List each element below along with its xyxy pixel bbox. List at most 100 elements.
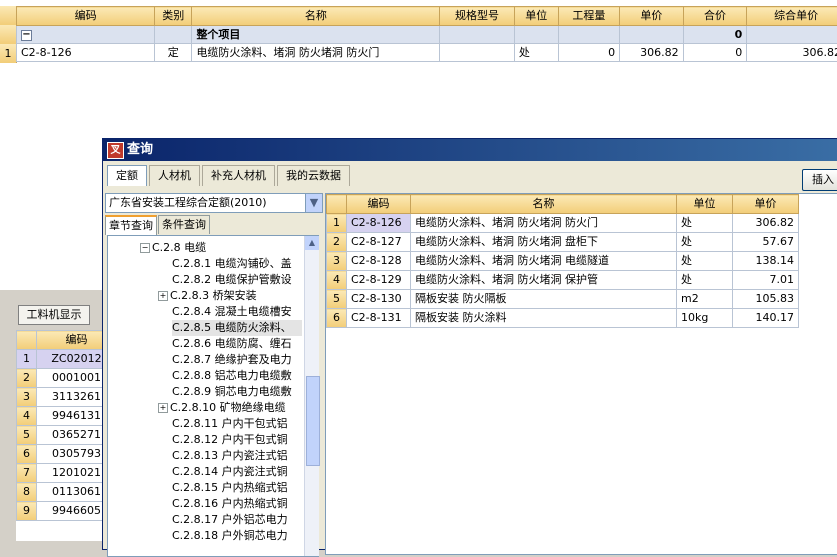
- tree-node[interactable]: C.2.8.9 铜芯电力电缆敷: [172, 384, 302, 400]
- cell-qty[interactable]: 0: [558, 44, 619, 62]
- collapse-icon[interactable]: −: [21, 30, 32, 41]
- tree-node[interactable]: +C.2.8.3 桥架安装: [158, 288, 302, 304]
- row-number[interactable]: 8: [17, 483, 37, 502]
- cell-name[interactable]: 隔板安装 防火隔板: [411, 290, 677, 309]
- row-number[interactable]: 3: [327, 252, 347, 271]
- column-header-price[interactable]: 单价: [733, 195, 799, 214]
- column-header-qty[interactable]: 工程量: [558, 7, 619, 26]
- cell-code[interactable]: C2-8-128: [347, 252, 411, 271]
- row-number[interactable]: 5: [17, 426, 37, 445]
- table-row[interactable]: 3 C2-8-128 电缆防火涂料、堵洞 防火堵洞 电缆隧道 处 138.14: [327, 252, 799, 271]
- tree-node[interactable]: C.2.8.17 户外铝芯电力: [172, 512, 302, 528]
- tab-cloud-data[interactable]: 我的云数据: [277, 165, 350, 186]
- column-header-spec[interactable]: 规格型号: [440, 7, 515, 26]
- column-header-price[interactable]: 单价: [620, 7, 684, 26]
- row-number[interactable]: 9: [17, 502, 37, 521]
- expand-icon[interactable]: +: [158, 403, 168, 413]
- tree-node[interactable]: C.2.8.7 绝缘护套及电力: [172, 352, 302, 368]
- cell-unit[interactable]: 处: [677, 233, 733, 252]
- tree-node[interactable]: C.2.8.14 户内瓷注式铜: [172, 464, 302, 480]
- tree-node-selected[interactable]: C.2.8.5 电缆防火涂料、: [172, 320, 302, 336]
- tree-node[interactable]: C.2.8.11 户内干包式铝: [172, 416, 302, 432]
- cell-unit[interactable]: 10kg: [677, 309, 733, 328]
- tab-resource-display[interactable]: 工料机显示: [18, 305, 90, 325]
- cell-unit[interactable]: 处: [677, 252, 733, 271]
- table-row[interactable]: 2 C2-8-127 电缆防火涂料、堵洞 防火堵洞 盘柜下 处 57.67: [327, 233, 799, 252]
- cell-name[interactable]: 电缆防火涂料、堵洞 防火堵洞 防火门: [192, 44, 440, 62]
- collapse-icon[interactable]: −: [140, 243, 150, 253]
- tree-node[interactable]: +C.2.8.10 矿物绝缘电缆: [158, 400, 302, 416]
- insert-button[interactable]: 插入: [802, 169, 837, 191]
- cell-name[interactable]: 电缆防火涂料、堵洞 防火堵洞 防火门: [411, 214, 677, 233]
- column-header-unit-total[interactable]: 综合单价: [747, 7, 837, 26]
- cell-price[interactable]: 7.01: [733, 271, 799, 290]
- cell-code[interactable]: C2-8-131: [347, 309, 411, 328]
- tree-node[interactable]: C.2.8.18 户外铜芯电力: [172, 528, 302, 544]
- cell-name[interactable]: 隔板安装 防火涂料: [411, 309, 677, 328]
- cell-total[interactable]: 0: [683, 44, 747, 62]
- cell-code[interactable]: C2-8-130: [347, 290, 411, 309]
- row-number[interactable]: 1: [327, 214, 347, 233]
- cell-unit[interactable]: 处: [514, 44, 558, 62]
- row-number[interactable]: 5: [327, 290, 347, 309]
- tree-node[interactable]: C.2.8.15 户内热缩式铝: [172, 480, 302, 496]
- table-row[interactable]: 1 C2-8-126 电缆防火涂料、堵洞 防火堵洞 防火门 处 306.82: [327, 214, 799, 233]
- summary-toggle-cell[interactable]: −: [17, 26, 155, 44]
- scrollbar-thumb[interactable]: [306, 376, 320, 466]
- tree-node[interactable]: C.2.8.2 电缆保护管敷设: [172, 272, 302, 288]
- table-row[interactable]: 5 C2-8-130 隔板安装 防火隔板 m2 105.83: [327, 290, 799, 309]
- row-number[interactable]: 2: [17, 369, 37, 388]
- tree-scrollbar[interactable]: ▲: [304, 236, 319, 556]
- column-header-code[interactable]: 编码: [17, 7, 155, 26]
- table-row[interactable]: C2-8-126 定 电缆防火涂料、堵洞 防火堵洞 防火门 处 0 306.82…: [17, 44, 837, 62]
- expand-icon[interactable]: +: [158, 291, 168, 301]
- column-header-unit[interactable]: 单位: [677, 195, 733, 214]
- chevron-down-icon[interactable]: ▼: [305, 194, 322, 212]
- tree-node[interactable]: C.2.8.1 电缆沟铺砂、盖: [172, 256, 302, 272]
- cell-name[interactable]: 电缆防火涂料、堵洞 防火堵洞 电缆隧道: [411, 252, 677, 271]
- row-number[interactable]: 2: [327, 233, 347, 252]
- tab-chapter-query[interactable]: 章节查询: [105, 215, 157, 235]
- cell-code[interactable]: C2-8-127: [347, 233, 411, 252]
- cell-name[interactable]: 电缆防火涂料、堵洞 防火堵洞 保护管: [411, 271, 677, 290]
- summary-row[interactable]: − 整个项目 0: [17, 26, 837, 44]
- row-number[interactable]: 1: [0, 44, 17, 63]
- tree-node[interactable]: C.2.8.8 铝芯电力电缆敷: [172, 368, 302, 384]
- tab-quota[interactable]: 定额: [107, 165, 147, 186]
- dialog-titlebar[interactable]: 叉 查询: [103, 139, 837, 161]
- row-number[interactable]: 4: [17, 407, 37, 426]
- tree-node[interactable]: C.2.8.13 户内瓷注式铝: [172, 448, 302, 464]
- column-header-code[interactable]: 编码: [347, 195, 411, 214]
- table-row[interactable]: 6 C2-8-131 隔板安装 防火涂料 10kg 140.17: [327, 309, 799, 328]
- tab-condition-query[interactable]: 条件查询: [158, 215, 210, 234]
- cell-code[interactable]: C2-8-126: [347, 214, 411, 233]
- cell-code[interactable]: C2-8-126: [17, 44, 155, 62]
- cell-spec[interactable]: [440, 44, 515, 62]
- cell-type[interactable]: 定: [155, 44, 192, 62]
- row-number[interactable]: 1: [17, 350, 37, 369]
- row-number[interactable]: 4: [327, 271, 347, 290]
- column-header-total[interactable]: 合价: [683, 7, 747, 26]
- row-number[interactable]: 7: [17, 464, 37, 483]
- scroll-up-icon[interactable]: ▲: [305, 236, 319, 250]
- row-number[interactable]: 6: [327, 309, 347, 328]
- cell-unit[interactable]: m2: [677, 290, 733, 309]
- cell-price[interactable]: 105.83: [733, 290, 799, 309]
- tree-node[interactable]: C.2.8.12 户内干包式铜: [172, 432, 302, 448]
- cell-unit-total[interactable]: 306.82: [747, 44, 837, 62]
- row-number[interactable]: 6: [17, 445, 37, 464]
- tab-supplementary-material[interactable]: 补充人材机: [202, 165, 275, 186]
- column-header-name[interactable]: 名称: [411, 195, 677, 214]
- table-row[interactable]: 4 C2-8-129 电缆防火涂料、堵洞 防火堵洞 保护管 处 7.01: [327, 271, 799, 290]
- cell-price[interactable]: 57.67: [733, 233, 799, 252]
- tree-node[interactable]: −C.2.8 电缆: [140, 240, 206, 256]
- column-header-type[interactable]: 类别: [155, 7, 192, 26]
- row-number[interactable]: 3: [17, 388, 37, 407]
- tab-labor-material[interactable]: 人材机: [149, 165, 200, 186]
- column-header-unit[interactable]: 单位: [514, 7, 558, 26]
- cell-unit[interactable]: 处: [677, 214, 733, 233]
- tree-node[interactable]: C.2.8.16 户内热缩式铜: [172, 496, 302, 512]
- tree-node[interactable]: C.2.8.4 混凝土电缆槽安: [172, 304, 302, 320]
- tree-node[interactable]: C.2.8.6 电缆防腐、缠石: [172, 336, 302, 352]
- cell-price[interactable]: 138.14: [733, 252, 799, 271]
